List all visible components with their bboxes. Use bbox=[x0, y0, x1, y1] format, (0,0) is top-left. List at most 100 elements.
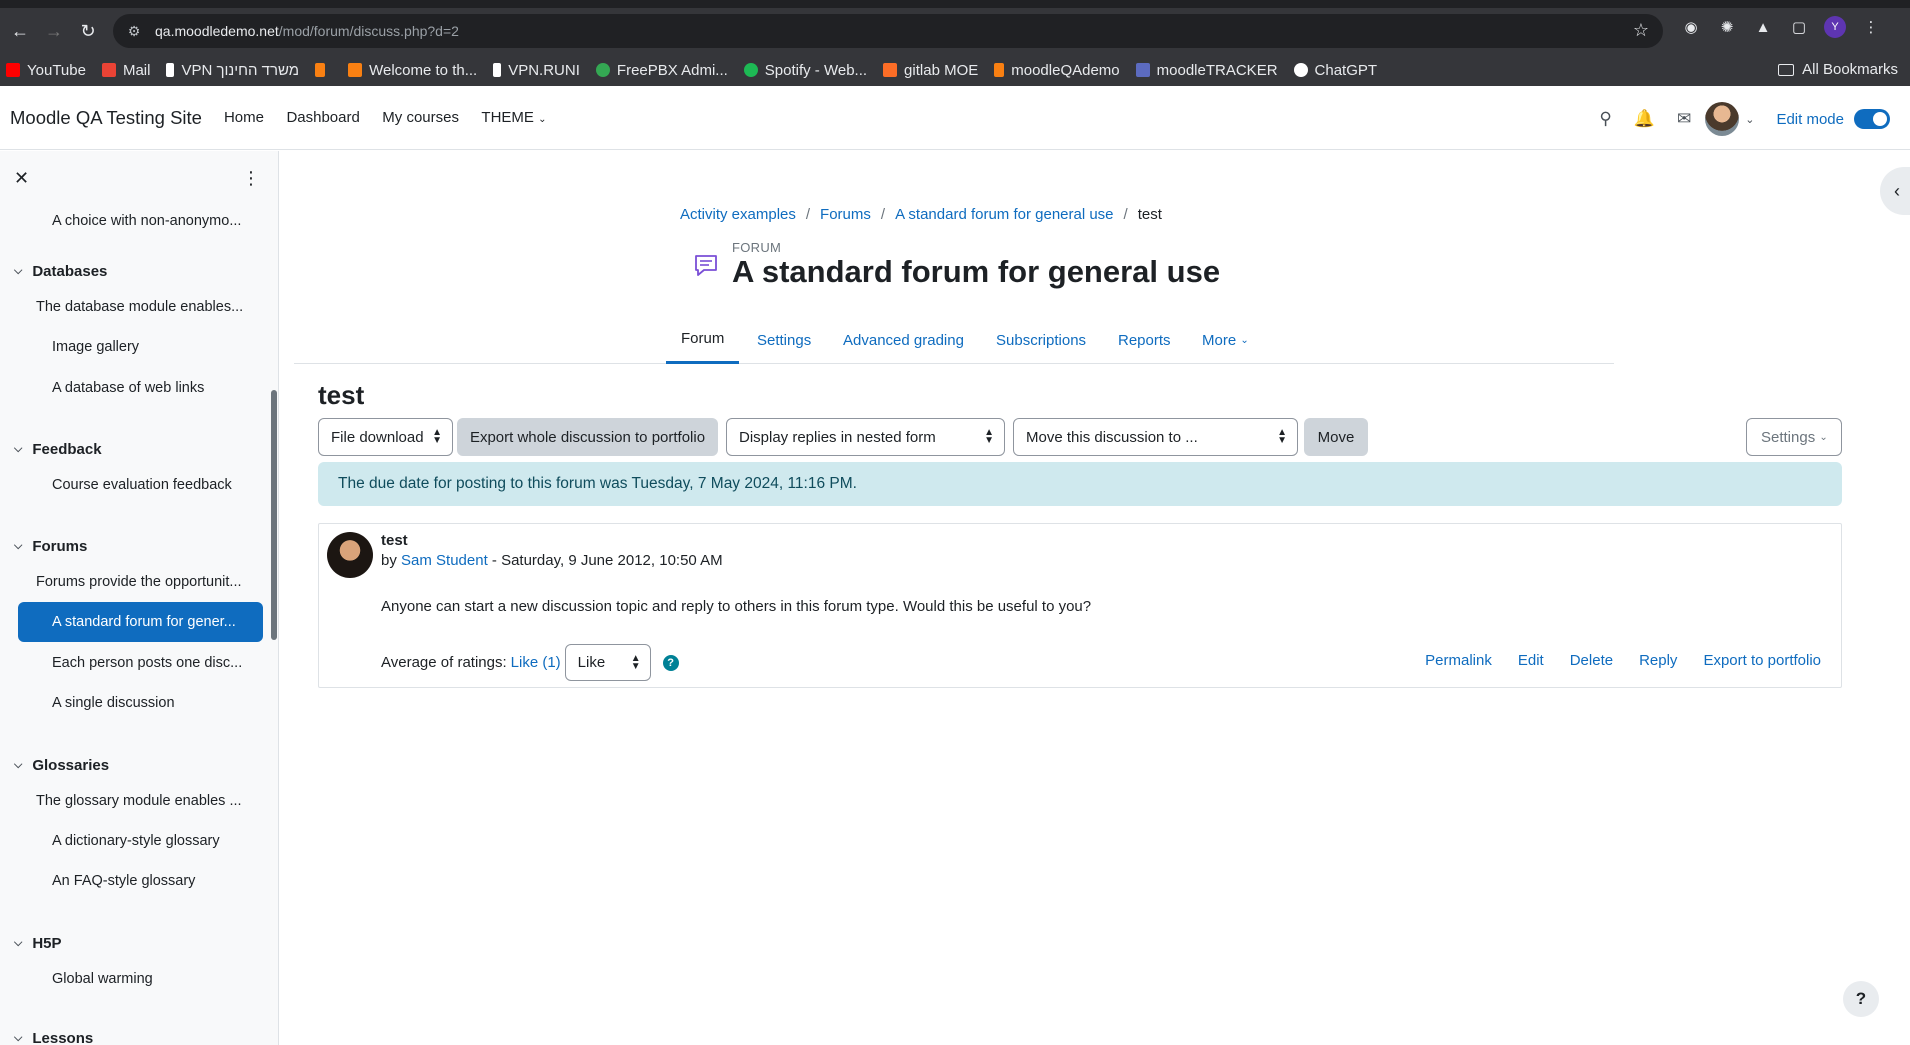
author-link[interactable]: Sam Student bbox=[401, 552, 488, 569]
course-index-item[interactable]: Course evaluation feedback bbox=[18, 465, 263, 505]
edit-link[interactable]: Edit bbox=[1518, 652, 1544, 669]
kebab-icon[interactable]: ⋮ bbox=[242, 168, 260, 189]
browser-menu-icon[interactable]: ⋮ bbox=[1860, 16, 1882, 38]
section-glossaries[interactable]: ⌵ Glossaries bbox=[14, 757, 109, 774]
address-bar[interactable]: ⚙ qa.moodledemo.net/mod/forum/discuss.ph… bbox=[113, 14, 1663, 48]
help-button[interactable]: ? bbox=[1843, 981, 1879, 1017]
bookmark-moodleqademo[interactable]: moodleQAdemo bbox=[994, 62, 1120, 79]
bookmark-welcome[interactable]: Welcome to th... bbox=[348, 62, 477, 79]
course-index-item[interactable]: A dictionary-style glossary bbox=[18, 821, 263, 861]
chevron-down-icon[interactable]: ⌵ bbox=[14, 443, 22, 456]
breadcrumb-link[interactable]: A standard forum for general use bbox=[895, 206, 1113, 223]
forward-icon[interactable]: → bbox=[38, 15, 70, 47]
open-block-drawer-button[interactable]: ‹ bbox=[1880, 167, 1910, 215]
bookmark-moodletracker[interactable]: moodleTRACKER bbox=[1135, 62, 1278, 79]
page-icon bbox=[166, 63, 175, 77]
edit-mode-toggle[interactable] bbox=[1854, 109, 1890, 129]
course-index-item[interactable]: Global warming bbox=[18, 959, 263, 999]
tab-reports[interactable]: Reports bbox=[1118, 316, 1171, 364]
drawer-scrollbar[interactable] bbox=[271, 390, 277, 640]
tab-forum[interactable]: Forum bbox=[666, 316, 740, 364]
settings-label: Settings bbox=[1761, 428, 1816, 446]
puzzle-icon[interactable]: ▢ bbox=[1788, 16, 1810, 38]
back-icon[interactable]: ← bbox=[4, 15, 36, 47]
module-type-label: FORUM bbox=[732, 240, 782, 255]
nav-my-courses[interactable]: My courses bbox=[382, 109, 459, 126]
tab-settings[interactable]: Settings bbox=[757, 316, 811, 364]
search-icon[interactable]: ⚲ bbox=[1599, 109, 1611, 129]
chevron-down-icon[interactable]: ⌵ bbox=[14, 265, 22, 278]
bookmark-vpn-runi[interactable]: VPN.RUNI bbox=[493, 62, 580, 79]
messages-icon[interactable]: ✉ bbox=[1677, 109, 1691, 129]
profile-avatar[interactable]: Y bbox=[1824, 16, 1846, 38]
tab-subscriptions[interactable]: Subscriptions bbox=[996, 316, 1086, 364]
discussion-settings-button[interactable]: Settings ⌄ bbox=[1746, 418, 1842, 456]
all-bookmarks[interactable]: All Bookmarks bbox=[1778, 61, 1898, 78]
bell-icon[interactable]: 🔔 bbox=[1634, 109, 1655, 129]
course-index-item[interactable]: The glossary module enables ... bbox=[18, 781, 263, 821]
bookmark-youtube[interactable]: YouTube bbox=[6, 62, 86, 79]
rating-select[interactable]: Like ▲ ▼ bbox=[564, 644, 651, 681]
breadcrumb-link[interactable]: Activity examples bbox=[680, 206, 796, 223]
course-index-item[interactable]: Image gallery bbox=[18, 327, 263, 367]
course-index-item[interactable]: The database module enables... bbox=[18, 287, 263, 327]
moodle-navbar: Moodle QA Testing Site Home Dashboard My… bbox=[0, 86, 1910, 150]
help-icon[interactable]: ? bbox=[662, 654, 679, 671]
section-h5p[interactable]: ⌵ H5P bbox=[14, 935, 62, 952]
chevron-down-icon[interactable]: ⌵ bbox=[14, 759, 22, 772]
reload-icon[interactable]: ↻ bbox=[72, 15, 104, 47]
extension-icon[interactable]: ◉ bbox=[1680, 16, 1702, 38]
bookmark-moodle[interactable] bbox=[315, 63, 332, 77]
bookmark-freepbx[interactable]: FreePBX Admi... bbox=[595, 62, 728, 79]
course-index-item[interactable]: An FAQ-style glossary bbox=[18, 861, 263, 901]
reply-link[interactable]: Reply bbox=[1639, 652, 1677, 669]
tab-advanced-grading[interactable]: Advanced grading bbox=[843, 316, 964, 364]
delete-link[interactable]: Delete bbox=[1570, 652, 1613, 669]
bookmark-chatgpt[interactable]: ChatGPT bbox=[1293, 62, 1377, 79]
nav-home[interactable]: Home bbox=[224, 109, 264, 126]
chevron-down-icon[interactable]: ⌄ bbox=[1745, 113, 1754, 126]
course-index-item[interactable]: Each person posts one disc... bbox=[18, 643, 263, 683]
chevron-down-icon[interactable]: ⌵ bbox=[14, 540, 22, 553]
author-avatar[interactable] bbox=[327, 532, 373, 578]
breadcrumb-link[interactable]: Forums bbox=[820, 206, 871, 223]
select-value: Move this discussion to ... bbox=[1026, 428, 1198, 446]
extension-icon[interactable]: ▲ bbox=[1752, 16, 1774, 38]
course-index-item[interactable]: A database of web links bbox=[18, 368, 263, 408]
site-info-icon[interactable]: ⚙ bbox=[119, 23, 149, 40]
bookmark-mail[interactable]: Mail bbox=[101, 62, 150, 79]
user-avatar[interactable] bbox=[1705, 102, 1740, 136]
chevron-down-icon[interactable]: ⌵ bbox=[14, 1032, 22, 1045]
select-arrows-icon: ▲ ▼ bbox=[630, 653, 641, 672]
section-forums[interactable]: ⌵ Forums bbox=[14, 538, 87, 555]
course-index-item[interactable]: A single discussion bbox=[18, 683, 263, 723]
export-format-select[interactable]: File download ▲ ▼ bbox=[318, 418, 453, 456]
tab-more[interactable]: More ⌄ bbox=[1202, 316, 1249, 364]
nav-dashboard[interactable]: Dashboard bbox=[286, 109, 359, 126]
move-button[interactable]: Move bbox=[1304, 418, 1368, 456]
youtube-icon bbox=[6, 63, 20, 77]
rating-value-link[interactable]: Like (1) bbox=[511, 654, 561, 671]
permalink-link[interactable]: Permalink bbox=[1425, 652, 1492, 669]
move-discussion-select[interactable]: Move this discussion to ... ▲ ▼ bbox=[1013, 418, 1298, 456]
nav-theme-label: THEME bbox=[481, 108, 534, 126]
course-index-item[interactable]: A choice with non-anonymo... bbox=[18, 205, 263, 237]
display-mode-select[interactable]: Display replies in nested form ▲ ▼ bbox=[726, 418, 1005, 456]
chevron-down-icon[interactable]: ⌵ bbox=[14, 937, 22, 950]
course-index-item-active[interactable]: A standard forum for gener... bbox=[18, 602, 263, 642]
url-text[interactable]: qa.moodledemo.net/mod/forum/discuss.php?… bbox=[155, 23, 459, 39]
course-index-item[interactable]: Forums provide the opportunit... bbox=[18, 562, 263, 602]
section-lessons[interactable]: ⌵ Lessons bbox=[14, 1030, 93, 1045]
bookmark-star-icon[interactable]: ☆ bbox=[1633, 20, 1649, 41]
export-to-portfolio-link[interactable]: Export to portfolio bbox=[1703, 652, 1821, 669]
export-discussion-button[interactable]: Export whole discussion to portfolio bbox=[457, 418, 718, 456]
extension-icon[interactable]: ✺ bbox=[1716, 16, 1738, 38]
bookmark-spotify[interactable]: Spotify - Web... bbox=[743, 62, 867, 79]
close-icon[interactable]: ✕ bbox=[14, 168, 29, 189]
site-name[interactable]: Moodle QA Testing Site bbox=[10, 107, 202, 129]
bookmark-vpn-edu[interactable]: VPN משרד החינוך bbox=[166, 62, 299, 79]
section-databases[interactable]: ⌵ Databases bbox=[14, 263, 107, 280]
nav-theme[interactable]: THEME ⌄ bbox=[481, 109, 546, 126]
section-feedback[interactable]: ⌵ Feedback bbox=[14, 441, 102, 458]
bookmark-gitlab[interactable]: gitlab MOE bbox=[883, 62, 978, 79]
